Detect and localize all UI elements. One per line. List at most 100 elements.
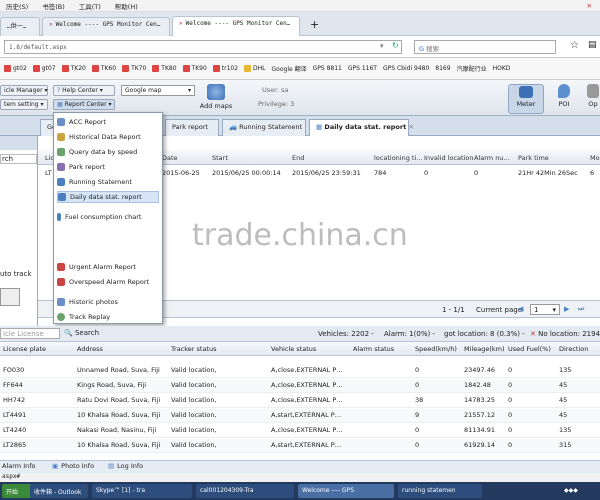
browser-tab-active[interactable]: ✕ Welcome ---- GPS Monitor Cen…: [172, 16, 300, 37]
bookmark-item[interactable]: HOKD: [493, 65, 511, 72]
cell: Valid location,: [171, 426, 217, 434]
menu-item-historic-photos[interactable]: Historic photos: [57, 296, 118, 308]
tab-alarm-info[interactable]: Alarm Info: [2, 462, 36, 470]
column-header[interactable]: Mileage(km): [464, 345, 505, 353]
close-tab-icon[interactable]: ✕: [179, 20, 183, 27]
vehicle-search-button[interactable]: 🔍 Search: [64, 329, 99, 337]
menu-item-daily-data-stat-report[interactable]: Daily data stat. report: [57, 191, 159, 203]
system-setting-button[interactable]: tem setting ▾: [0, 99, 48, 110]
add-maps-button[interactable]: Add maps: [196, 84, 236, 110]
cell: Unnamed Road, Suva, Fiji: [77, 366, 160, 374]
column-header[interactable]: Used Fuel(%): [508, 345, 551, 353]
menu-item-overspeed-alarm-report[interactable]: Overspeed Alarm Report: [57, 276, 149, 288]
column-header[interactable]: Alarm status: [353, 345, 394, 353]
reload-icon[interactable]: ↻: [392, 41, 399, 50]
system-tray[interactable]: ◆◆◆: [560, 484, 600, 498]
prev-page-icon[interactable]: ◀: [518, 305, 523, 313]
menu-item-acc-report[interactable]: ACC Report: [57, 116, 106, 128]
column-header[interactable]: Vehicle status: [271, 345, 316, 353]
bookmark-item[interactable]: gt07: [32, 65, 56, 72]
close-tab-icon[interactable]: ✕: [408, 123, 413, 131]
license-search-input[interactable]: icle License: [0, 328, 60, 339]
taskbar-item-document[interactable]: cal001204309-Tra: [196, 484, 294, 498]
menu-history[interactable]: 历史(S): [6, 1, 28, 11]
menu-item-query-data-by-speed[interactable]: Query data by speed: [57, 146, 137, 158]
page-select[interactable]: 1 ▾: [530, 304, 560, 315]
bookmark-item[interactable]: tr102: [212, 65, 238, 72]
bookmark-item[interactable]: GPS 116T: [348, 65, 377, 72]
menu-item-track-replay[interactable]: Track Replay: [57, 311, 110, 323]
auto-track-checkbox[interactable]: uto track: [0, 270, 37, 280]
column-header[interactable]: Park time: [518, 154, 549, 162]
window-close-icon[interactable]: ✕: [587, 2, 592, 10]
url-input[interactable]: 1.8/default.aspx: [4, 40, 402, 54]
table-row[interactable]: FO030 Unnamed Road, Suva, Fiji Valid locat…: [0, 364, 600, 378]
column-header[interactable]: locationing ti…: [374, 154, 423, 162]
table-row[interactable]: LT4240 Nakasi Road, Nasinu, Fiji Valid loc…: [0, 424, 600, 438]
tab-daily-data-stat-report[interactable]: ▦ Daily data stat. report ✕: [309, 119, 414, 136]
column-header[interactable]: Speed(km/h): [415, 345, 457, 353]
bookmark-item[interactable]: TK60: [91, 65, 116, 72]
poi-button[interactable]: POI: [552, 84, 576, 108]
tab-log-info[interactable]: ▤ Log Info: [108, 462, 143, 470]
bookmark-item[interactable]: GPS Cbidi 9480: [383, 65, 429, 72]
menu-item-historical-data-report[interactable]: Historical Data Report: [57, 131, 141, 143]
taskbar-item-running-statement[interactable]: running statemen: [398, 484, 482, 498]
menu-help[interactable]: 帮助(H): [115, 1, 138, 11]
column-header[interactable]: Tracker status: [171, 345, 217, 353]
table-row[interactable]: LT2865 10 Khalsa Road, Suva, Fiji Valid lo…: [0, 439, 600, 453]
taskbar-item-firefox[interactable]: Welcome ---- GPS: [298, 484, 394, 498]
column-header[interactable]: License plate: [3, 345, 46, 353]
browser-tab[interactable]: …供一…: [0, 17, 40, 36]
last-page-icon[interactable]: ⏭: [578, 305, 584, 314]
column-header[interactable]: Alarm nu…: [474, 154, 510, 162]
table-row[interactable]: LT4491 10 Khalsa Road, Suva, Fiji Valid lo…: [0, 409, 600, 423]
help-center-button[interactable]: ? Help Center ▾: [53, 85, 115, 96]
menu-bookmarks[interactable]: 书签(B): [42, 1, 65, 11]
column-header[interactable]: Date: [162, 154, 178, 162]
column-header[interactable]: Address: [77, 345, 103, 353]
options-button[interactable]: Op: [586, 84, 600, 108]
bookmark-item[interactable]: TK70: [122, 65, 146, 72]
bookmark-item[interactable]: TK20: [61, 65, 86, 72]
reading-list-icon[interactable]: ▤: [588, 40, 597, 50]
search-input[interactable]: G 搜索: [414, 40, 556, 54]
vehicle-manager-button[interactable]: icle Manager ▾: [0, 85, 48, 96]
bookmark-item[interactable]: GPS 8811: [313, 65, 342, 72]
column-header[interactable]: Direction: [559, 345, 588, 353]
menu-tools[interactable]: 工具(T): [79, 1, 101, 11]
column-header[interactable]: Start: [212, 154, 228, 162]
bookmark-star-icon[interactable]: ☆: [570, 40, 579, 51]
tab-photo-info[interactable]: ▣ Photo Info: [52, 462, 94, 470]
close-tab-icon[interactable]: ✕: [49, 21, 53, 28]
bookmark-item[interactable]: 8169: [435, 65, 450, 72]
new-tab-plus-icon[interactable]: +: [310, 18, 319, 31]
bookmark-item[interactable]: TK90: [182, 65, 207, 72]
bookmark-item[interactable]: 汽摩配行业: [457, 64, 487, 73]
menu-item-park-report[interactable]: Park report: [57, 161, 105, 173]
bookmark-item[interactable]: TK80: [152, 65, 177, 72]
taskbar-item-outlook[interactable]: 收件箱 - Outlook: [30, 484, 88, 498]
tab-park-report[interactable]: Park report: [165, 119, 219, 136]
menu-item-fuel-consumption-chart[interactable]: Fuel consumption chart: [57, 211, 141, 223]
bookmark-item[interactable]: Google 翻译: [272, 64, 307, 73]
dropdown-arrow-icon[interactable]: ▾: [380, 42, 384, 50]
meter-button[interactable]: Meter: [508, 84, 544, 114]
menu-item-running-statement[interactable]: Running Statement: [57, 176, 132, 188]
bookmark-item[interactable]: DHL: [244, 65, 266, 72]
next-page-icon[interactable]: ▶: [564, 305, 569, 313]
map-select[interactable]: Google map ▾: [121, 85, 195, 96]
left-search-button[interactable]: rch: [0, 154, 37, 164]
table-row[interactable]: FF644 Kings Road, Suva, Fiji Valid locatio…: [0, 379, 600, 393]
menu-item-urgent-alarm-report[interactable]: Urgent Alarm Report: [57, 261, 136, 273]
left-action-button[interactable]: [0, 288, 20, 306]
taskbar-item-skype[interactable]: Skype™ [1] - tra: [92, 484, 192, 498]
table-row[interactable]: HH742 Ratu Dovi Road, Suva, Fiji Valid loc…: [0, 394, 600, 408]
bookmark-item[interactable]: gt02: [4, 65, 27, 72]
report-center-button[interactable]: ▦ Report Center ▾: [53, 99, 115, 110]
column-header[interactable]: Invalid location: [424, 154, 473, 162]
column-header[interactable]: Mo: [590, 154, 600, 162]
browser-tab[interactable]: ✕ Welcome ---- GPS Monitor Cen…: [42, 17, 170, 36]
tab-running-statement[interactable]: 🚙 Running Statement: [222, 119, 306, 136]
column-header[interactable]: End: [292, 154, 304, 162]
